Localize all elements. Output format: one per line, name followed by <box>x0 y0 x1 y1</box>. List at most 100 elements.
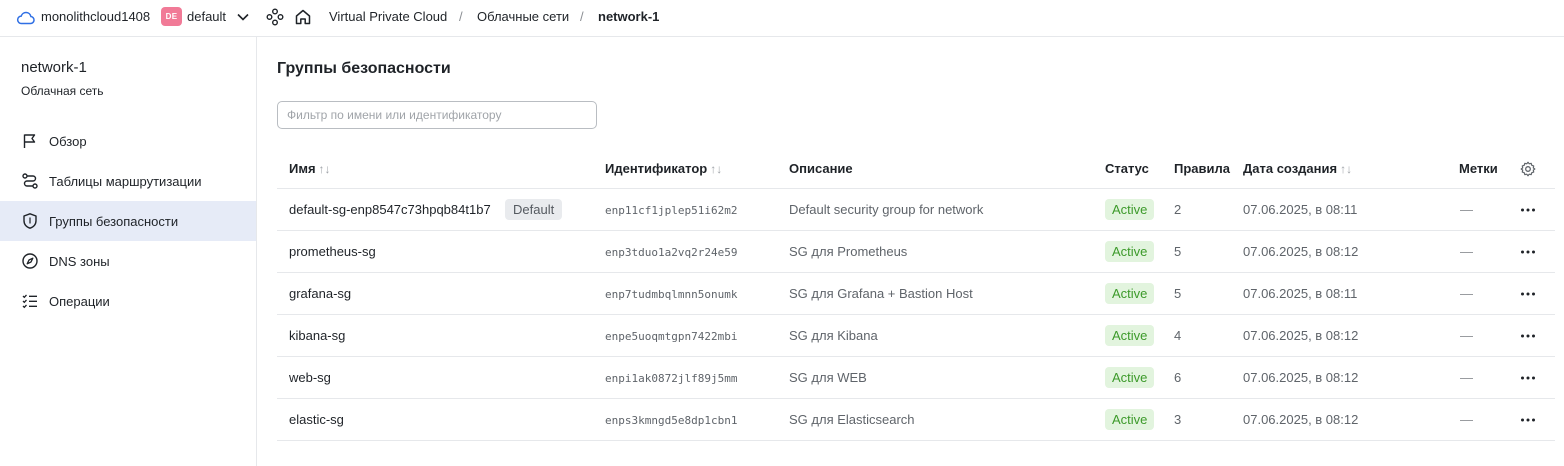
more-actions-icon[interactable] <box>1519 328 1537 344</box>
rules-count: 6 <box>1174 370 1182 385</box>
labels-value: — <box>1460 244 1473 259</box>
table-header: Имя ↑↓ Идентификатор ↑↓ Описание Статус Пр… <box>277 147 1555 189</box>
sg-id: enp3tduo1a2vq2r24e59 <box>605 246 738 259</box>
folder-selector[interactable]: default <box>187 9 226 24</box>
sg-id: enp7tudmbqlmnn5onumk <box>605 288 738 301</box>
labels-value: — <box>1460 412 1473 427</box>
more-actions-icon[interactable] <box>1519 244 1537 260</box>
sidebar-item-label: DNS зоны <box>49 253 110 269</box>
sort-icon[interactable]: ↑↓ <box>710 162 722 176</box>
sg-description: Default security group for network <box>789 202 984 217</box>
more-actions-icon[interactable] <box>1519 286 1537 302</box>
created-date: 07.06.2025, в 08:12 <box>1243 370 1359 385</box>
sg-id: enpi1ak0872jlf89j5mm <box>605 372 738 385</box>
created-date: 07.06.2025, в 08:11 <box>1243 286 1358 301</box>
sidebar: network-1 Облачная сеть Обзор Таблицы ма… <box>0 37 257 466</box>
sg-id: enp11cf1jplep51i62m2 <box>605 204 738 217</box>
table-row[interactable]: default-sg-enp8547c73hpqb84t1b7 Default en… <box>277 189 1555 231</box>
status-badge: Active <box>1105 409 1155 430</box>
sidebar-title: network-1 <box>21 59 87 76</box>
top-bar: monolithcloud1408 DE default Virtual Pri… <box>0 0 1564 37</box>
labels-value: — <box>1460 202 1473 217</box>
sg-description: SG для Grafana + Bastion Host <box>789 286 973 301</box>
sg-id: enpe5uoqmtgpn7422mbi <box>605 330 738 343</box>
sidebar-item-routes[interactable]: Таблицы маршрутизации <box>0 161 256 201</box>
column-header-rules: Правила <box>1174 161 1230 176</box>
rules-count: 3 <box>1174 412 1182 427</box>
sidebar-item-label: Группы безопасности <box>49 213 179 229</box>
sidebar-item-overview[interactable]: Обзор <box>0 121 256 161</box>
page-title: Группы безопасности <box>277 60 451 77</box>
sidebar-item-label: Таблицы маршрутизации <box>49 173 202 189</box>
gear-icon[interactable] <box>1520 161 1536 177</box>
cloud-region-badge: DE <box>161 7 182 26</box>
created-date: 07.06.2025, в 08:11 <box>1243 202 1358 217</box>
sg-description: SG для Kibana <box>789 328 878 343</box>
column-header-created[interactable]: Дата создания ↑↓ <box>1243 161 1352 176</box>
home-icon[interactable] <box>294 8 312 26</box>
compass-icon <box>22 253 38 269</box>
breadcrumb-vpc[interactable]: Virtual Private Cloud <box>329 9 447 24</box>
table-row[interactable]: grafana-sg enp7tudmbqlmnn5onumk SG для Gra… <box>277 273 1555 315</box>
breadcrumb-separator: / <box>459 9 463 24</box>
created-date: 07.06.2025, в 08:12 <box>1243 328 1359 343</box>
sort-icon[interactable]: ↑↓ <box>319 162 331 176</box>
sort-icon[interactable]: ↑↓ <box>1340 162 1352 176</box>
sg-id: enps3kmngd5e8dp1cbn1 <box>605 414 738 427</box>
route-icon <box>22 173 38 189</box>
created-date: 07.06.2025, в 08:12 <box>1243 244 1359 259</box>
rules-count: 5 <box>1174 286 1182 301</box>
sg-name[interactable]: prometheus-sg <box>289 244 376 259</box>
table-row[interactable]: kibana-sg enpe5uoqmtgpn7422mbi SG для Kiba… <box>277 315 1555 357</box>
sidebar-item-label: Обзор <box>49 133 87 149</box>
sidebar-item-security-groups[interactable]: Группы безопасности <box>0 201 256 241</box>
table-row[interactable]: web-sg enpi1ak0872jlf89j5mm SG для WEB Acti… <box>277 357 1555 399</box>
more-actions-icon[interactable] <box>1519 412 1537 428</box>
sidebar-item-dns[interactable]: DNS зоны <box>0 241 256 281</box>
sidebar-item-label: Операции <box>49 293 110 309</box>
filter-input[interactable] <box>277 101 597 129</box>
sidebar-subtitle: Облачная сеть <box>21 84 104 98</box>
default-badge: Default <box>505 199 563 220</box>
labels-value: — <box>1460 286 1473 301</box>
status-badge: Active <box>1105 283 1155 304</box>
rules-count: 2 <box>1174 202 1182 217</box>
sidebar-item-operations[interactable]: Операции <box>0 281 256 321</box>
rules-count: 4 <box>1174 328 1182 343</box>
breadcrumb-networks[interactable]: Облачные сети <box>477 9 569 24</box>
services-icon[interactable] <box>266 8 284 26</box>
shield-icon <box>23 213 37 229</box>
more-actions-icon[interactable] <box>1519 370 1537 386</box>
sg-name[interactable]: default-sg-enp8547c73hpqb84t1b7 <box>289 202 491 217</box>
labels-value: — <box>1460 328 1473 343</box>
sg-name[interactable]: elastic-sg <box>289 412 344 427</box>
sg-name[interactable]: grafana-sg <box>289 286 351 301</box>
sg-name[interactable]: web-sg <box>289 370 331 385</box>
labels-value: — <box>1460 370 1473 385</box>
sg-description: SG для Elasticsearch <box>789 412 915 427</box>
rules-count: 5 <box>1174 244 1182 259</box>
status-badge: Active <box>1105 241 1155 262</box>
flag-icon <box>23 134 36 148</box>
column-header-labels: Метки <box>1459 161 1498 176</box>
table-row[interactable]: elastic-sg enps3kmngd5e8dp1cbn1 SG для Ela… <box>277 399 1555 441</box>
chevron-down-icon[interactable] <box>236 10 250 24</box>
table-row[interactable]: prometheus-sg enp3tduo1a2vq2r24e59 SG для … <box>277 231 1555 273</box>
status-badge: Active <box>1105 199 1155 220</box>
list-check-icon <box>22 294 37 309</box>
breadcrumb-separator: / <box>580 9 584 24</box>
column-header-id[interactable]: Идентификатор ↑↓ <box>605 161 722 176</box>
sg-description: SG для Prometheus <box>789 244 908 259</box>
sg-name[interactable]: kibana-sg <box>289 328 345 343</box>
column-header-description: Описание <box>789 161 853 176</box>
created-date: 07.06.2025, в 08:12 <box>1243 412 1359 427</box>
more-actions-icon[interactable] <box>1519 202 1537 218</box>
status-badge: Active <box>1105 325 1155 346</box>
breadcrumb-current: network-1 <box>598 9 660 24</box>
cloud-icon[interactable] <box>16 9 36 27</box>
cloud-name[interactable]: monolithcloud1408 <box>41 9 150 24</box>
column-header-status: Статус <box>1105 161 1149 176</box>
column-header-name[interactable]: Имя ↑↓ <box>289 161 331 176</box>
status-badge: Active <box>1105 367 1155 388</box>
sg-description: SG для WEB <box>789 370 867 385</box>
